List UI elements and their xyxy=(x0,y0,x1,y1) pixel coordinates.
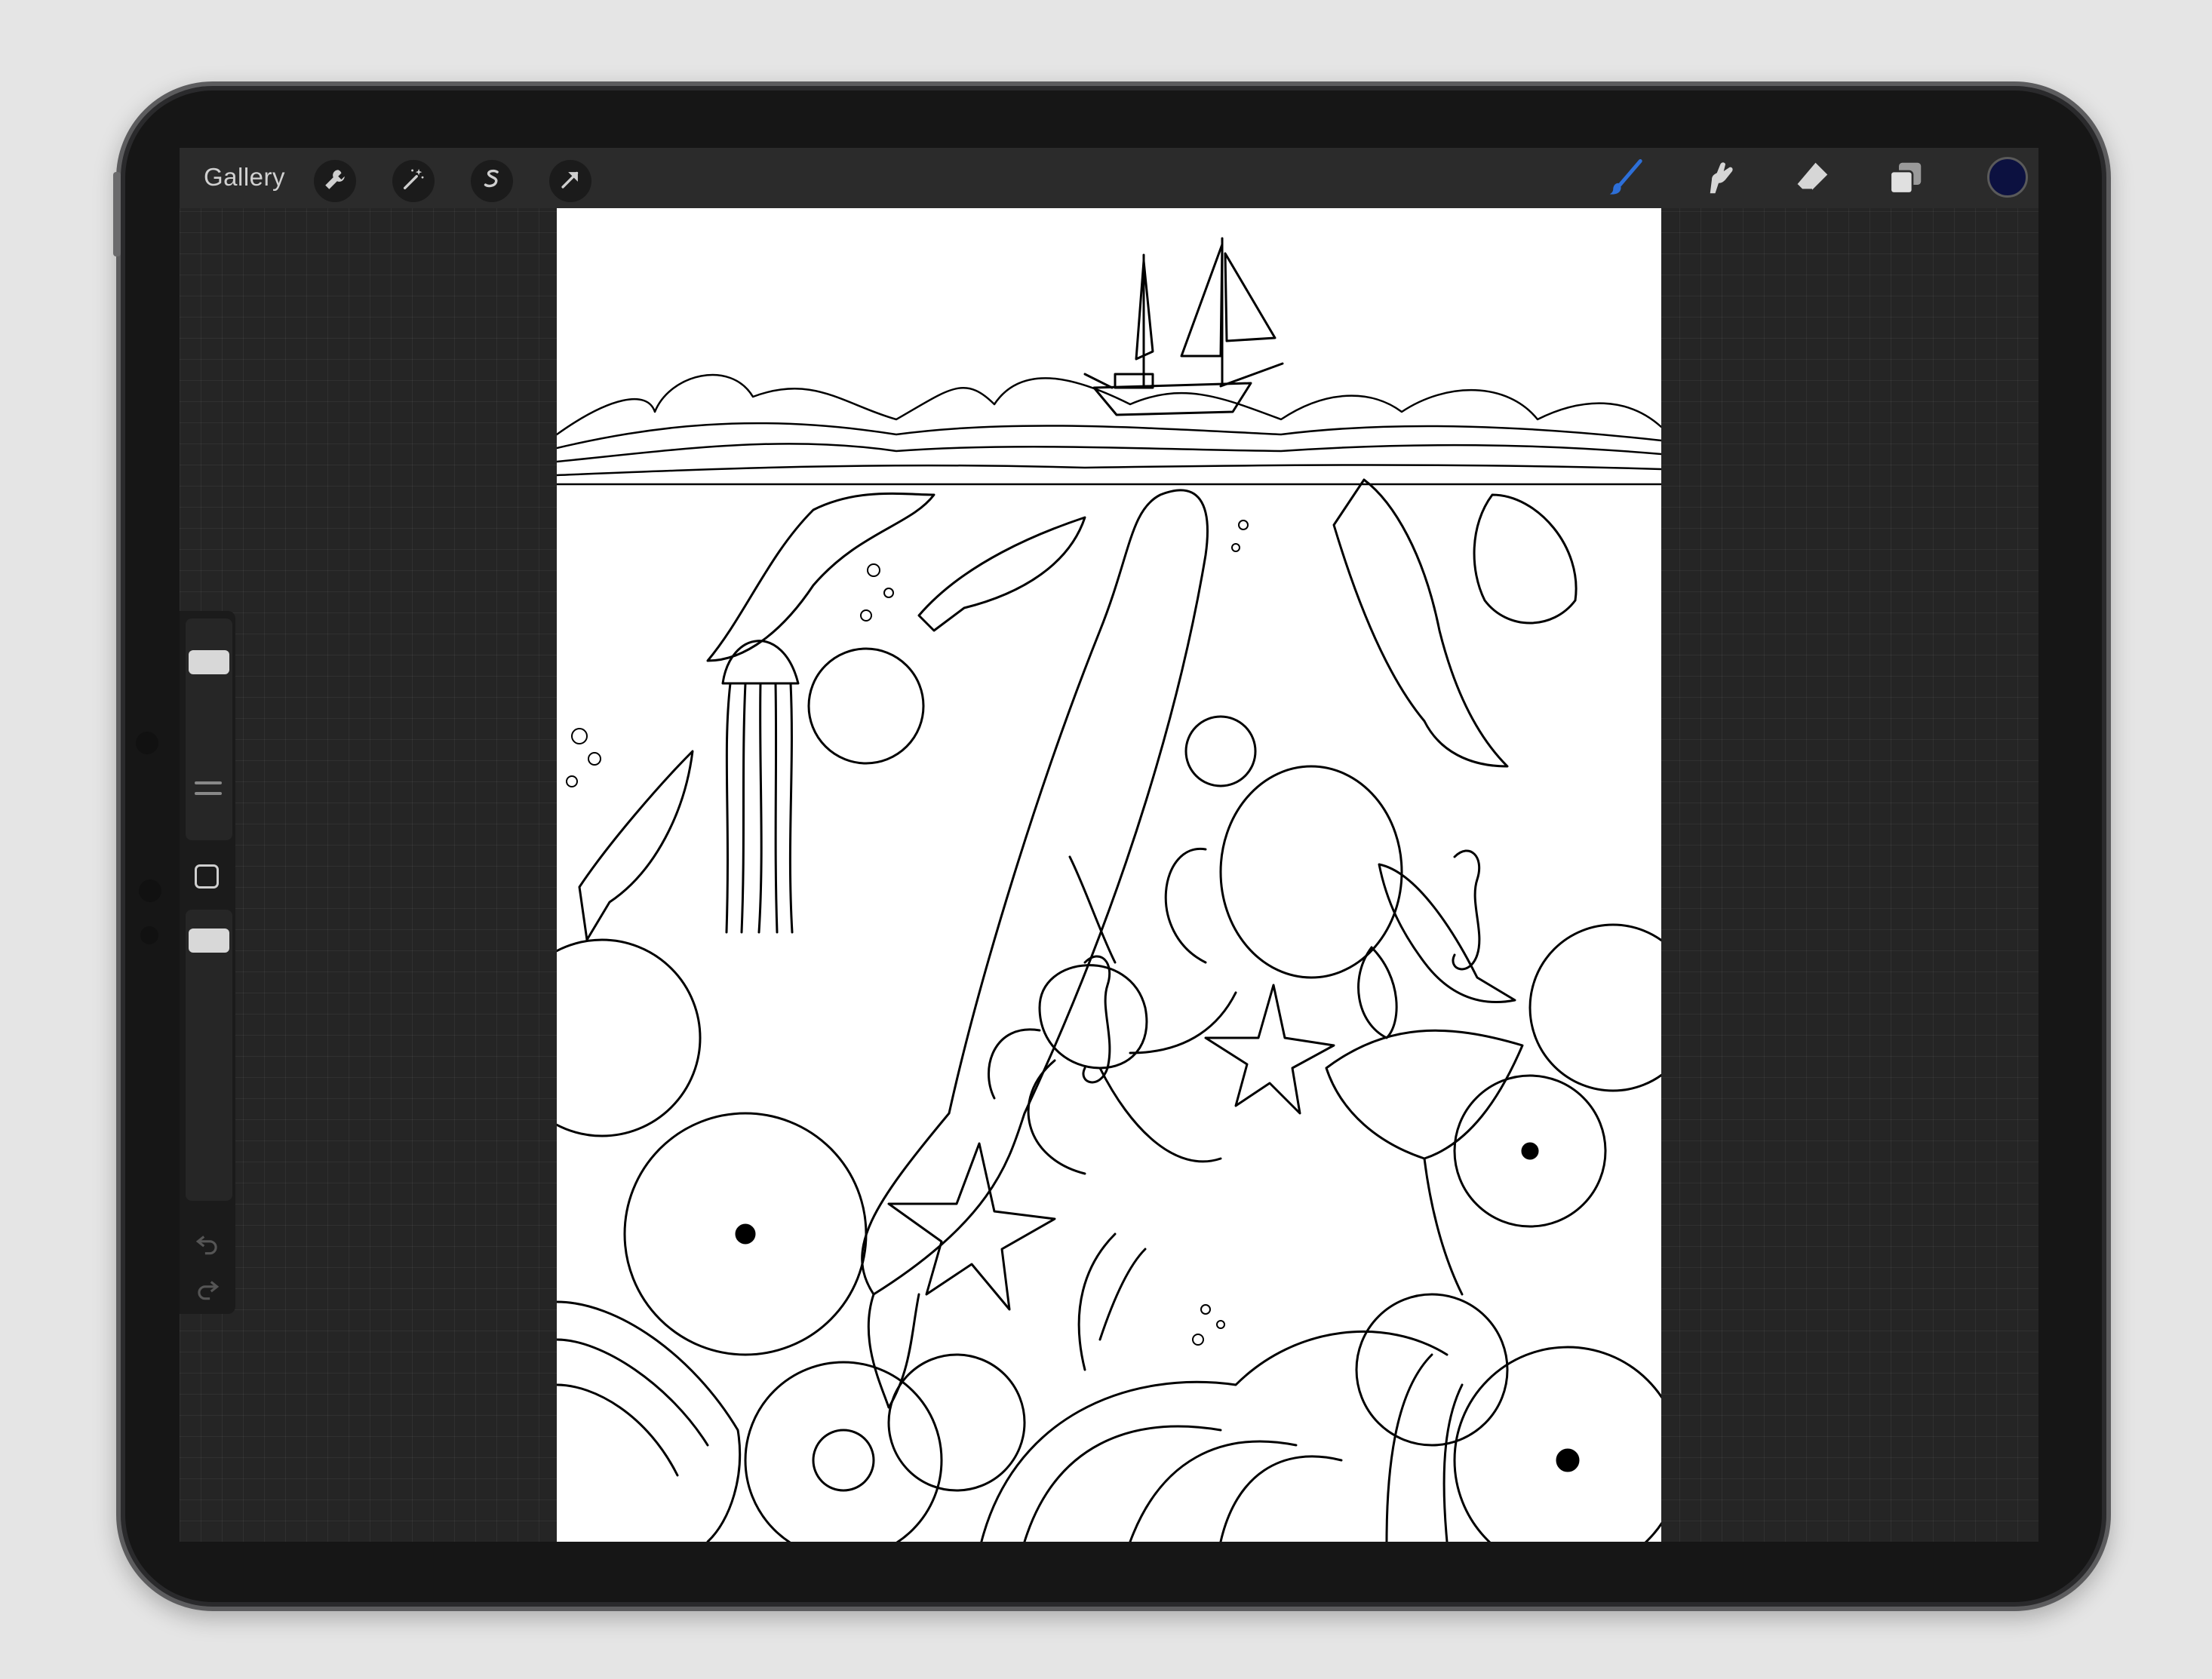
ocean-artwork xyxy=(557,237,1661,1542)
fish-drawing xyxy=(917,516,1086,632)
sea-urchins-drawing xyxy=(557,923,1661,1542)
camera-dot xyxy=(136,732,158,754)
modify-button[interactable] xyxy=(195,864,219,889)
procreate-screen: Gallery xyxy=(180,148,2038,1542)
seahorse-drawing xyxy=(1082,955,1111,1084)
color-picker-button[interactable] xyxy=(1987,157,2028,198)
coral-reef-drawing xyxy=(557,1232,1464,1542)
seahorse-drawing-2 xyxy=(1452,849,1481,971)
eraser-icon xyxy=(1792,158,1833,202)
bubbles-drawing xyxy=(566,520,1249,1346)
opacity-thumb[interactable] xyxy=(189,928,229,953)
jellyfish-drawing xyxy=(721,640,800,934)
sensor-dot-2 xyxy=(140,926,158,944)
redo-button[interactable] xyxy=(193,1275,222,1307)
fish-drawing-3 xyxy=(1473,493,1578,625)
sailboat-drawing xyxy=(1083,237,1284,416)
turtle-drawing xyxy=(1164,715,1403,1039)
stingray-drawing xyxy=(1325,1029,1524,1296)
magic-wand-icon xyxy=(401,167,426,196)
redo-arrow-icon xyxy=(193,1281,222,1306)
pufferfish-drawing xyxy=(807,647,925,765)
smudge-button[interactable] xyxy=(1694,155,1743,204)
brush-button[interactable] xyxy=(1601,155,1649,204)
opacity-slider[interactable] xyxy=(186,910,232,1201)
wrench-icon xyxy=(322,167,348,196)
sensor-dot xyxy=(139,879,161,902)
brush-icon xyxy=(1605,158,1645,202)
transform-arrow-icon xyxy=(558,167,583,196)
smudge-icon xyxy=(1698,158,1739,202)
slider-grip-line xyxy=(195,792,222,795)
drawing-canvas[interactable] xyxy=(557,208,1661,1542)
layers-icon xyxy=(1885,158,1926,202)
eraser-button[interactable] xyxy=(1788,155,1836,204)
actions-button[interactable] xyxy=(314,160,356,202)
brush-size-thumb[interactable] xyxy=(189,650,229,675)
waves-drawing xyxy=(557,373,1661,486)
layers-button[interactable] xyxy=(1882,155,1930,204)
undo-button[interactable] xyxy=(193,1229,222,1262)
starfish-drawing-2 xyxy=(1204,984,1335,1115)
gallery-button[interactable]: Gallery xyxy=(204,163,285,192)
transform-button[interactable] xyxy=(549,160,591,202)
octopus-drawing xyxy=(988,964,1237,1175)
slider-grip-line xyxy=(195,781,222,784)
left-sidebar xyxy=(180,611,235,1314)
shark-drawing xyxy=(1332,478,1509,768)
selection-button[interactable] xyxy=(471,160,513,202)
dolphin-drawing xyxy=(706,492,935,662)
fish-drawing-4 xyxy=(1378,863,1516,1004)
top-toolbar: Gallery xyxy=(180,148,2038,208)
whale-drawing xyxy=(861,489,1209,1409)
undo-arrow-icon xyxy=(193,1235,222,1261)
selection-icon xyxy=(479,167,505,196)
brush-size-slider[interactable] xyxy=(186,618,232,840)
fish-drawing-2 xyxy=(578,750,694,941)
adjustments-button[interactable] xyxy=(392,160,435,202)
volume-button xyxy=(113,172,121,256)
starfish-drawing xyxy=(887,1142,1056,1311)
